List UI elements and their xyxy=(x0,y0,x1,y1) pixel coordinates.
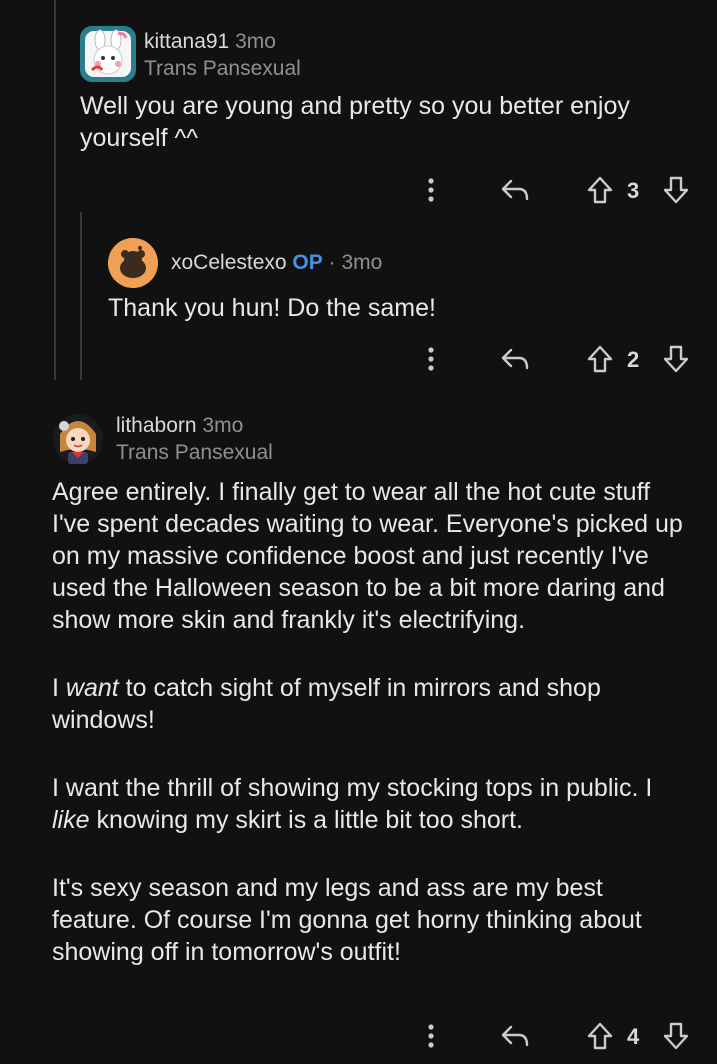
reply-button[interactable] xyxy=(500,1021,530,1051)
thread-line xyxy=(54,0,56,380)
upvote-icon xyxy=(587,176,613,204)
emphasis: want xyxy=(65,674,119,702)
vote-score: 3 xyxy=(627,178,640,203)
user-flair: Trans Pansexual xyxy=(144,57,301,80)
downvote-icon xyxy=(663,345,689,373)
vote-score: 4 xyxy=(627,1024,640,1049)
avatar[interactable] xyxy=(52,412,104,466)
comment-body: Agree entirely. I finally get to wear al… xyxy=(52,476,692,968)
downvote-icon xyxy=(663,176,689,204)
bunny-avatar-icon xyxy=(80,26,136,82)
default-avatar-icon xyxy=(108,238,158,288)
more-options-button[interactable] xyxy=(418,344,444,374)
more-options-button[interactable] xyxy=(418,175,444,205)
comment-username[interactable]: xoCelestexo OP · 3mo xyxy=(171,251,382,275)
vote-score: 2 xyxy=(627,347,640,372)
upvote-icon xyxy=(587,345,613,373)
comment-paragraph: I want the thrill of showing my stocking… xyxy=(52,774,653,834)
character-avatar-icon xyxy=(53,414,103,464)
op-badge: OP xyxy=(292,251,323,274)
reply-icon xyxy=(501,1025,529,1047)
emphasis: like xyxy=(52,806,90,834)
comment-age: 3mo xyxy=(202,414,244,437)
comment-paragraph: I want to catch sight of myself in mirro… xyxy=(52,674,601,734)
thread-line xyxy=(80,212,82,380)
comment-username[interactable]: lithaborn 3mo xyxy=(116,414,243,438)
downvote-button[interactable] xyxy=(662,1021,690,1051)
avatar[interactable] xyxy=(108,238,158,288)
comment-paragraph: Well you are young and pretty so you bet… xyxy=(80,92,630,152)
upvote-button[interactable] xyxy=(586,1021,614,1051)
comment-age: 3mo xyxy=(341,251,383,274)
more-options-icon xyxy=(428,178,434,202)
comment-age: 3mo xyxy=(235,30,276,53)
reply-button[interactable] xyxy=(500,344,530,374)
downvote-icon xyxy=(663,1022,689,1050)
downvote-button[interactable] xyxy=(662,344,690,374)
more-options-icon xyxy=(428,1024,434,1048)
downvote-button[interactable] xyxy=(662,175,690,205)
more-options-button[interactable] xyxy=(418,1021,444,1051)
comment-paragraph: It's sexy season and my legs and ass are… xyxy=(52,874,642,966)
reply-icon xyxy=(501,179,529,201)
more-options-icon xyxy=(428,347,434,371)
comment-paragraph: Thank you hun! Do the same! xyxy=(108,294,436,322)
comment-body: Thank you hun! Do the same! xyxy=(108,292,688,324)
comment-username[interactable]: kittana91 3mo xyxy=(144,30,276,54)
reply-icon xyxy=(501,348,529,370)
comment-paragraph: Agree entirely. I finally get to wear al… xyxy=(52,478,683,634)
reply-button[interactable] xyxy=(500,175,530,205)
avatar[interactable] xyxy=(80,26,136,82)
comment-body: Well you are young and pretty so you bet… xyxy=(80,90,690,154)
upvote-button[interactable] xyxy=(586,175,614,205)
upvote-icon xyxy=(587,1022,613,1050)
separator: · xyxy=(328,251,336,274)
upvote-button[interactable] xyxy=(586,344,614,374)
user-flair: Trans Pansexual xyxy=(116,441,273,464)
